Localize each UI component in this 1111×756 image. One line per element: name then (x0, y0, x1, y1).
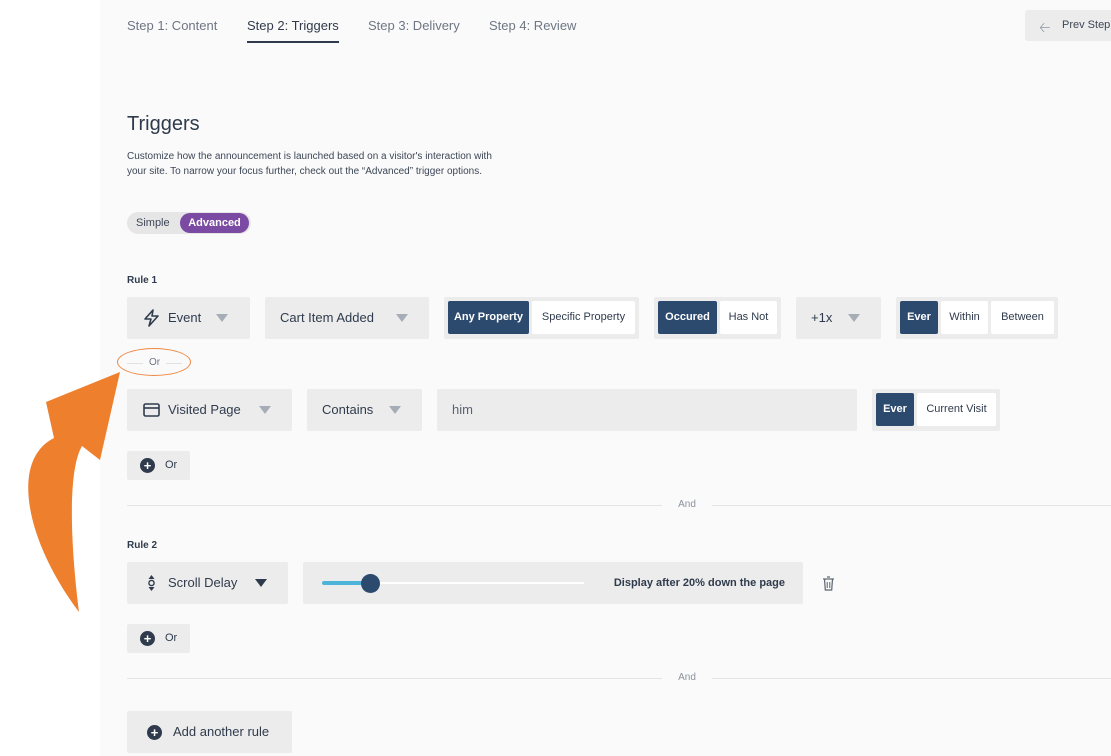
tab-triggers[interactable]: Step 2: Triggers (247, 18, 339, 43)
within-option[interactable]: Within (941, 301, 988, 334)
event-value-dropdown[interactable]: Cart Item Added (265, 297, 429, 339)
event-value: Cart Item Added (280, 310, 374, 325)
slider-value-label: Display after 20% down the page (613, 577, 785, 589)
chevron-down-icon (848, 314, 860, 322)
add-or-label: Or (165, 632, 178, 644)
plus-circle-icon: + (147, 725, 162, 740)
timeframe-segmented-control: Ever Within Between (896, 297, 1058, 339)
add-or-condition-button[interactable]: + Or (127, 624, 190, 653)
count-value: +1x (811, 310, 833, 325)
ever-option[interactable]: Ever (876, 393, 914, 426)
page-url-value: him (452, 402, 473, 417)
trash-icon[interactable] (822, 576, 835, 591)
page-url-input[interactable]: him (437, 389, 857, 431)
and-separator-label: And (662, 672, 712, 683)
tab-triggers-label: Step 2: Triggers (247, 18, 339, 33)
operator-dropdown[interactable]: Contains (307, 389, 422, 431)
chevron-down-icon (259, 406, 271, 414)
has-not-option[interactable]: Has Not (720, 301, 777, 334)
count-dropdown[interactable]: +1x (796, 297, 881, 339)
annotation-arrow (28, 372, 120, 612)
prev-step-label: Prev Step (1062, 19, 1111, 31)
chevron-down-icon (216, 314, 228, 322)
ever-option[interactable]: Ever (900, 301, 938, 334)
and-divider (127, 505, 1111, 506)
chevron-down-icon (255, 579, 267, 587)
arrow-left-icon: 🡠 (1039, 19, 1051, 35)
property-segmented-control: Any Property Specific Property (444, 297, 639, 339)
slider-handle[interactable] (361, 574, 381, 593)
and-divider (127, 678, 1111, 679)
chevron-down-icon (389, 406, 401, 414)
and-separator-label: And (662, 499, 712, 510)
scroll-delay-slider-box: Display after 20% down the page (303, 562, 803, 604)
scope-segmented-control: Ever Current Visit (872, 389, 1000, 431)
between-option[interactable]: Between (991, 301, 1054, 334)
chevron-down-icon (396, 314, 408, 322)
add-another-rule-label: Add another rule (173, 724, 270, 739)
any-property-option[interactable]: Any Property (448, 301, 529, 334)
occured-option[interactable]: Occured (658, 301, 717, 334)
active-tab-underline (247, 41, 339, 43)
main-panel (100, 0, 1111, 756)
add-another-rule-button[interactable]: + Add another rule (127, 711, 292, 753)
tab-review[interactable]: Step 4: Review (489, 18, 576, 33)
tab-delivery[interactable]: Step 3: Delivery (368, 18, 460, 33)
prev-step-button[interactable]: 🡠 Prev Step (1025, 10, 1111, 41)
occurrence-segmented-control: Occured Has Not (654, 297, 781, 339)
current-visit-option[interactable]: Current Visit (917, 393, 996, 426)
plus-circle-icon: + (140, 631, 155, 646)
operator-value: Contains (322, 402, 374, 417)
specific-property-option[interactable]: Specific Property (532, 301, 635, 334)
